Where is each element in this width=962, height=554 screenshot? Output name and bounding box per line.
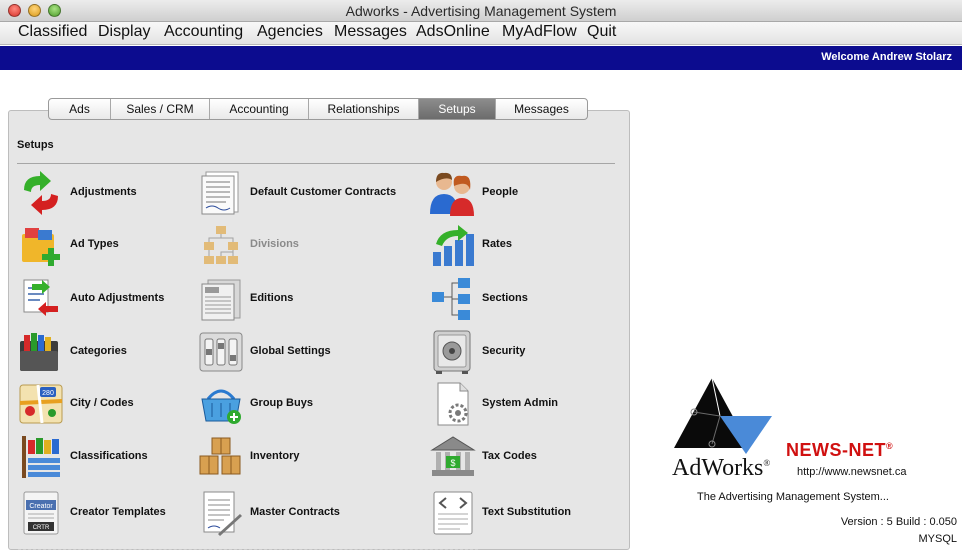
version-info: Version : 5 Build : 0.050 xyxy=(840,516,957,528)
route-badge-text: 280 xyxy=(42,390,54,397)
menu-adsonline[interactable]: AdsOnline xyxy=(416,23,490,41)
setup-label: Group Buys xyxy=(250,397,313,409)
setup-label: Categories xyxy=(70,345,127,357)
system-admin-icon xyxy=(430,381,476,427)
creator-templates-icon: Creator CRTR xyxy=(18,490,64,536)
setup-label: Tax Codes xyxy=(482,450,537,462)
safe-icon xyxy=(430,329,476,375)
section-divider xyxy=(17,163,615,164)
setup-label: Default Customer Contracts xyxy=(250,186,397,198)
setup-default-customer-contracts[interactable]: Default Customer Contracts xyxy=(198,170,418,218)
boxes-icon xyxy=(198,434,244,480)
setup-sections[interactable]: Sections xyxy=(430,276,600,324)
setup-label: Ad Types xyxy=(70,238,119,250)
setup-label: Creator Templates xyxy=(70,506,166,518)
setup-label: Master Contracts xyxy=(250,506,340,518)
setup-label: Sections xyxy=(482,292,528,304)
setup-inventory[interactable]: Inventory xyxy=(198,434,368,482)
setup-label: People xyxy=(482,186,519,198)
setup-city-codes[interactable]: 280 City / Codes xyxy=(18,381,188,429)
status-strip xyxy=(18,549,478,554)
setup-group-buys[interactable]: Group Buys xyxy=(198,381,368,429)
setup-label: Inventory xyxy=(250,450,300,462)
newspaper-icon xyxy=(198,276,244,322)
menu-display[interactable]: Display xyxy=(98,23,150,41)
ad-types-icon xyxy=(18,222,64,268)
setup-global-settings[interactable]: Global Settings xyxy=(198,329,368,377)
setup-editions[interactable]: Editions xyxy=(198,276,368,324)
switches-icon xyxy=(198,329,244,375)
auto-adjustments-icon xyxy=(18,276,64,322)
tab-setups[interactable]: Setups xyxy=(419,99,496,119)
menu-bar: Classified Display Accounting Agencies M… xyxy=(0,22,962,45)
tab-sales-crm[interactable]: Sales / CRM xyxy=(111,99,210,119)
setup-classifications[interactable]: Classifications xyxy=(18,434,188,482)
menu-messages[interactable]: Messages xyxy=(334,23,407,41)
setup-auto-adjustments[interactable]: Auto Adjustments xyxy=(18,276,188,324)
setup-rates[interactable]: Rates xyxy=(430,222,600,270)
setup-label: System Admin xyxy=(482,397,559,409)
map-icon: 280 xyxy=(18,381,64,427)
setup-people[interactable]: People xyxy=(430,170,600,218)
title-bar: Adworks - Advertising Management System xyxy=(0,0,962,22)
product-tagline: The Advertising Management System... xyxy=(697,491,889,503)
product-name: AdWorks® xyxy=(672,455,771,481)
setup-label: Editions xyxy=(250,292,294,304)
setup-system-admin[interactable]: System Admin xyxy=(430,381,600,429)
adworks-logo xyxy=(668,374,778,459)
bank-icon: $ xyxy=(430,434,476,480)
tab-messages[interactable]: Messages xyxy=(496,99,587,119)
basket-icon xyxy=(198,381,244,427)
setup-label: City / Codes xyxy=(70,397,134,409)
classifications-icon xyxy=(18,434,64,480)
menu-accounting[interactable]: Accounting xyxy=(164,23,243,41)
contract-icon xyxy=(198,170,244,216)
setup-adjustments[interactable]: Adjustments xyxy=(18,170,188,218)
setup-divisions: Divisions xyxy=(198,222,368,270)
section-title: Setups xyxy=(17,139,54,151)
crtr-badge-text: CRTR xyxy=(33,525,50,531)
text-substitution-icon xyxy=(430,490,476,536)
main-tabs: Ads Sales / CRM Accounting Relationships… xyxy=(48,98,588,120)
rates-icon xyxy=(430,222,476,268)
tab-ads[interactable]: Ads xyxy=(49,99,111,119)
tab-accounting[interactable]: Accounting xyxy=(210,99,309,119)
welcome-text: Welcome Andrew Stolarz xyxy=(821,51,952,63)
menu-myadflow[interactable]: MyAdFlow xyxy=(502,23,577,41)
setup-label: Global Settings xyxy=(250,345,331,357)
adjustments-icon xyxy=(18,170,64,216)
menu-quit[interactable]: Quit xyxy=(587,23,616,41)
menu-agencies[interactable]: Agencies xyxy=(257,23,323,41)
database-type: MYSQL xyxy=(918,533,957,545)
org-chart-icon xyxy=(198,222,244,268)
setup-creator-templates[interactable]: Creator CRTR Creator Templates xyxy=(18,490,188,538)
setup-label: Security xyxy=(482,345,526,357)
categories-icon xyxy=(18,329,64,375)
setup-label: Classifications xyxy=(70,450,148,462)
setup-label: Divisions xyxy=(250,238,299,250)
setup-label: Auto Adjustments xyxy=(70,292,165,304)
creator-badge-text: Creator xyxy=(29,503,53,510)
setup-master-contracts[interactable]: Master Contracts xyxy=(198,490,368,538)
setup-security[interactable]: Security xyxy=(430,329,600,377)
user-header-bar: Welcome Andrew Stolarz xyxy=(0,46,962,70)
menu-classified[interactable]: Classified xyxy=(18,23,87,41)
master-contract-icon xyxy=(198,490,244,536)
svg-text:$: $ xyxy=(450,458,455,468)
setup-label: Rates xyxy=(482,238,512,250)
setup-categories[interactable]: Categories xyxy=(18,329,188,377)
setup-text-substitution[interactable]: Text Substitution xyxy=(430,490,600,538)
sections-icon xyxy=(430,276,476,322)
window-title: Adworks - Advertising Management System xyxy=(345,3,617,19)
vendor-url: http://www.newsnet.ca xyxy=(797,466,907,478)
setup-label: Adjustments xyxy=(70,186,137,198)
tab-relationships[interactable]: Relationships xyxy=(309,99,419,119)
people-icon xyxy=(430,170,476,216)
setup-label: Text Substitution xyxy=(482,506,572,518)
setup-ad-types[interactable]: Ad Types xyxy=(18,222,188,270)
vendor-name: NEWS-NET® xyxy=(786,440,894,460)
setup-tax-codes[interactable]: $ Tax Codes xyxy=(430,434,600,482)
